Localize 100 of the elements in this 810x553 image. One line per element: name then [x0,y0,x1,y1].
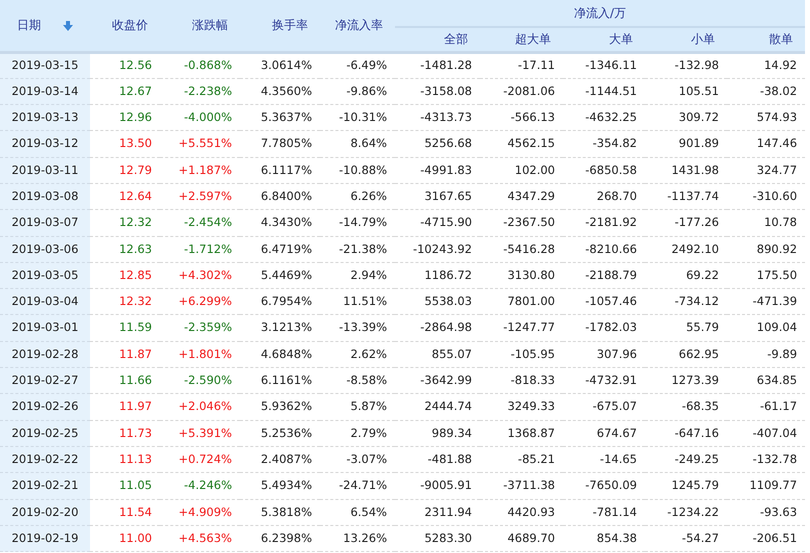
table-cell: -675.07 [592,399,637,414]
group-header: 净流入/万 [574,6,626,20]
table-cell: 109.04 [756,320,798,334]
table-cell: 309.72 [678,110,719,124]
table-cell: 2019-02-26 [12,399,78,414]
table-cell: -2.454% [184,215,232,230]
column-header[interactable]: 散单 [769,32,794,46]
table-cell: 6.4719% [260,242,312,256]
table-cell: 12.85 [119,268,152,282]
table-cell: 2.79% [350,426,387,440]
table-cell: 5256.68 [424,136,472,150]
table-cell: -38.02 [760,84,798,98]
table-cell: 2019-03-14 [12,84,78,98]
column-header[interactable]: 涨跌幅 [192,18,228,32]
table-cell: -3642.99 [420,373,472,388]
table-cell: 5.87% [350,399,387,414]
table-cell: +4.302% [178,268,232,282]
table-cell: +2.597% [178,189,232,203]
table-cell: 6.26% [350,189,387,203]
table-cell: 2019-02-22 [12,452,78,466]
table-cell: 11.87 [119,346,152,361]
table-cell: 1273.39 [671,373,719,388]
table-cell: 890.92 [756,242,798,256]
table-cell: 2019-03-12 [12,136,78,150]
table-cell: 6.8400% [260,189,312,203]
table-cell: 4.3560% [260,84,312,98]
table-cell: -85.21 [518,452,555,466]
column-header[interactable]: 收盘价 [112,18,148,32]
table-cell: 6.1161% [260,373,312,388]
table-cell: -177.26 [674,215,719,230]
table-cell: -4991.83 [420,162,472,177]
table-cell: -1247.77 [503,320,555,334]
table-cell: -9.86% [346,84,387,98]
table-cell: 12.56 [119,58,152,72]
table-cell: 11.59 [119,320,152,334]
table-cell: 6.7954% [260,294,312,308]
table-cell: 11.73 [119,426,152,440]
table-cell: -4313.73 [420,110,472,124]
column-header[interactable]: 净流入率 [335,18,383,32]
sort-arrow-icon[interactable] [63,20,73,31]
table-cell: -4.246% [184,478,232,492]
table-cell: -1782.03 [585,320,637,334]
table-cell: 3249.33 [507,399,555,414]
table-cell: 574.93 [756,110,798,124]
table-cell: 2019-03-15 [12,58,78,72]
table-cell: -8.58% [346,373,387,388]
table-cell: 4689.70 [507,530,555,545]
table-cell: 4.3430% [260,215,312,230]
table-cell: 11.05 [119,478,152,492]
table-cell: -1137.74 [667,189,719,203]
table-cell: -132.78 [752,452,798,466]
table-cell: -734.12 [674,294,719,308]
table-cell: -2081.06 [503,84,555,98]
column-header[interactable]: 大单 [609,32,633,46]
table-cell: 12.63 [119,242,152,256]
table-cell: -2367.50 [503,215,555,230]
table-cell: 7.7805% [260,136,312,150]
table-cell: 3167.65 [424,189,472,203]
table-cell: 4.6848% [260,346,312,361]
table-cell: -206.51 [752,530,798,545]
table-cell: 989.34 [432,426,472,440]
table-cell: -8210.66 [585,242,637,256]
table-cell: -1057.46 [585,294,637,308]
table-cell: -3.07% [346,452,387,466]
table-cell: 662.95 [678,346,719,361]
table-cell: -354.82 [592,136,637,150]
table-cell: 13.50 [119,136,152,150]
table-cell: 2019-03-07 [12,215,78,230]
table-cell: -6.49% [346,58,387,72]
table-cell: 307.96 [596,346,637,361]
table-cell: 7801.00 [507,294,555,308]
table-cell: 2019-03-13 [12,110,78,124]
column-header[interactable]: 全部 [444,32,468,46]
column-header[interactable]: 小单 [691,32,715,46]
table-cell: -566.13 [510,110,555,124]
table-cell: -17.11 [518,58,555,72]
table-cell: 2019-03-04 [12,294,78,308]
table-cell: 102.00 [514,162,555,177]
column-header[interactable]: 换手率 [272,18,308,32]
table-cell: 11.97 [119,399,152,414]
table-cell: 901.89 [678,136,719,150]
column-header[interactable]: 日期 [17,18,41,32]
table-cell: +5.391% [178,426,232,440]
table-cell: 5.2536% [260,426,312,440]
table-cell: +5.551% [178,136,232,150]
table-cell: 2.4087% [260,452,312,466]
table-cell: -781.14 [592,504,637,519]
table-cell: +1.187% [178,162,232,177]
table-cell: 268.70 [596,189,637,203]
table-cell: -3158.08 [420,84,472,98]
table-cell: 11.51% [343,294,387,308]
table-cell: -13.39% [339,320,387,334]
table-cell: 14.92 [764,58,798,72]
table-cell: 2019-03-05 [12,268,78,282]
table-cell: +4.563% [178,530,232,545]
table-cell: 12.67 [119,84,152,98]
table-cell: 12.96 [119,110,152,124]
table-cell: -14.79% [339,215,387,230]
table-cell: -407.04 [752,426,798,440]
table-cell: 2019-02-25 [12,426,78,440]
